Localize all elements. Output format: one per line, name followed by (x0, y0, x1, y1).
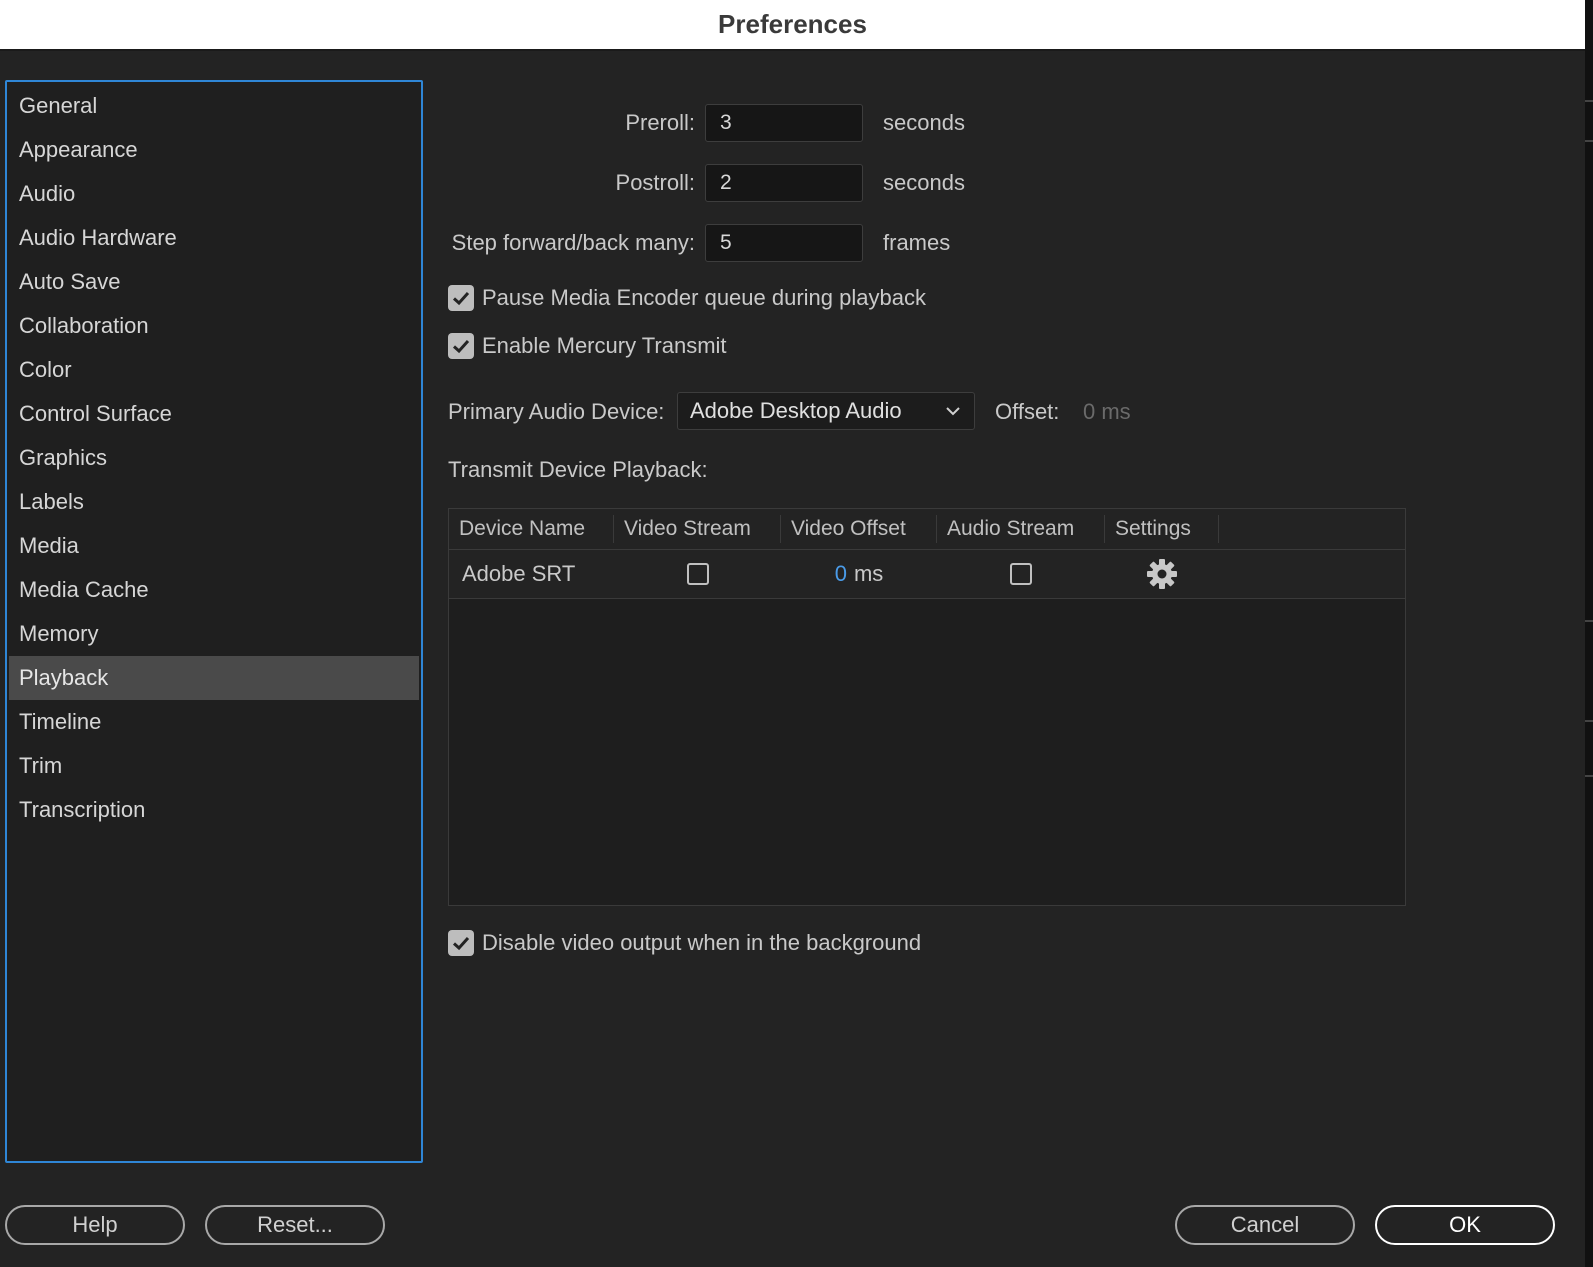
audio-device-label: Primary Audio Device: (448, 399, 665, 424)
help-button[interactable]: Help (5, 1205, 185, 1245)
sidebar-item-media[interactable]: Media (9, 524, 419, 568)
column-header-audio-stream[interactable]: Audio Stream (937, 515, 1105, 543)
ok-button[interactable]: OK (1375, 1205, 1555, 1245)
video-stream-checkbox[interactable] (686, 563, 709, 585)
postroll-label: Postroll: (615, 170, 695, 195)
settings-cell (1105, 557, 1219, 591)
transmit-device-table: Device Name Video Stream Video Offset Au… (448, 508, 1406, 906)
disable-bg-row: Disable video output when in the backgro… (448, 930, 921, 956)
sidebar-item-color[interactable]: Color (9, 348, 419, 392)
reset-button[interactable]: Reset... (205, 1205, 385, 1245)
cancel-button[interactable]: Cancel (1175, 1205, 1355, 1245)
background-window-edge (1585, 0, 1593, 1267)
mercury-label: Enable Mercury Transmit (482, 333, 727, 358)
offset-label: Offset: (995, 399, 1060, 424)
column-header-video-offset[interactable]: Video Offset (781, 515, 937, 543)
sidebar-item-transcription[interactable]: Transcription (9, 788, 419, 832)
preroll-unit: seconds (883, 110, 965, 135)
audio-stream-cell (937, 563, 1105, 585)
disable-bg-checkbox[interactable] (448, 930, 474, 956)
sidebar-item-playback[interactable]: Playback (9, 656, 419, 700)
preroll-label: Preroll: (625, 110, 695, 135)
mercury-checkbox[interactable] (448, 333, 474, 359)
disable-bg-label: Disable video output when in the backgro… (482, 930, 922, 955)
playback-settings-panel: Preroll: seconds Postroll: seconds Step … (447, 0, 1577, 1180)
step-input[interactable] (705, 224, 863, 262)
chevron-down-icon (946, 407, 960, 416)
sidebar-item-general[interactable]: General (9, 84, 419, 128)
sidebar-item-trim[interactable]: Trim (9, 744, 419, 788)
audio-stream-checkbox[interactable] (1010, 563, 1032, 585)
table-row[interactable]: Adobe SRT 0 ms (449, 550, 1405, 599)
pause-encoder-checkbox[interactable] (448, 285, 474, 311)
sidebar-item-control-surface[interactable]: Control Surface (9, 392, 419, 436)
step-row: Step forward/back many: frames (447, 224, 950, 262)
preroll-input[interactable] (705, 104, 863, 142)
video-offset-cell: 0 ms (781, 561, 937, 587)
pause-encoder-label: Pause Media Encoder queue during playbac… (482, 285, 926, 310)
sidebar-item-audio-hardware[interactable]: Audio Hardware (9, 216, 419, 260)
offset-value: 0 ms (1083, 399, 1131, 424)
step-label: Step forward/back many: (451, 230, 695, 255)
checkmark-icon (452, 936, 470, 951)
device-name-cell: Adobe SRT (462, 561, 576, 586)
sidebar-item-collaboration[interactable]: Collaboration (9, 304, 419, 348)
postroll-row: Postroll: seconds (447, 164, 965, 202)
audio-device-value: Adobe Desktop Audio (690, 398, 902, 423)
sidebar-item-timeline[interactable]: Timeline (9, 700, 419, 744)
audio-device-select[interactable]: Adobe Desktop Audio (677, 392, 975, 430)
preferences-category-list[interactable]: General Appearance Audio Audio Hardware … (5, 80, 423, 1163)
column-header-video-stream[interactable]: Video Stream (614, 515, 781, 543)
sidebar-item-memory[interactable]: Memory (9, 612, 419, 656)
postroll-input[interactable] (705, 164, 863, 202)
checkmark-icon (452, 339, 470, 354)
column-header-settings[interactable]: Settings (1105, 515, 1219, 543)
checkmark-icon (452, 291, 470, 306)
sidebar-item-graphics[interactable]: Graphics (9, 436, 419, 480)
video-stream-cell (614, 563, 781, 585)
sidebar-item-media-cache[interactable]: Media Cache (9, 568, 419, 612)
gear-icon[interactable] (1145, 557, 1179, 591)
video-offset-value[interactable]: 0 (835, 561, 847, 587)
column-header-device-name[interactable]: Device Name (449, 515, 614, 543)
video-offset-unit: ms (853, 561, 884, 586)
sidebar-item-audio[interactable]: Audio (9, 172, 419, 216)
postroll-unit: seconds (883, 170, 965, 195)
sidebar-item-labels[interactable]: Labels (9, 480, 419, 524)
table-header: Device Name Video Stream Video Offset Au… (449, 509, 1405, 550)
step-unit: frames (883, 230, 951, 255)
transmit-playback-label: Transmit Device Playback: (448, 457, 708, 482)
mercury-row: Enable Mercury Transmit (448, 333, 727, 359)
preroll-row: Preroll: seconds (447, 104, 965, 142)
sidebar-item-appearance[interactable]: Appearance (9, 128, 419, 172)
sidebar-item-auto-save[interactable]: Auto Save (9, 260, 419, 304)
pause-encoder-row: Pause Media Encoder queue during playbac… (448, 285, 926, 311)
